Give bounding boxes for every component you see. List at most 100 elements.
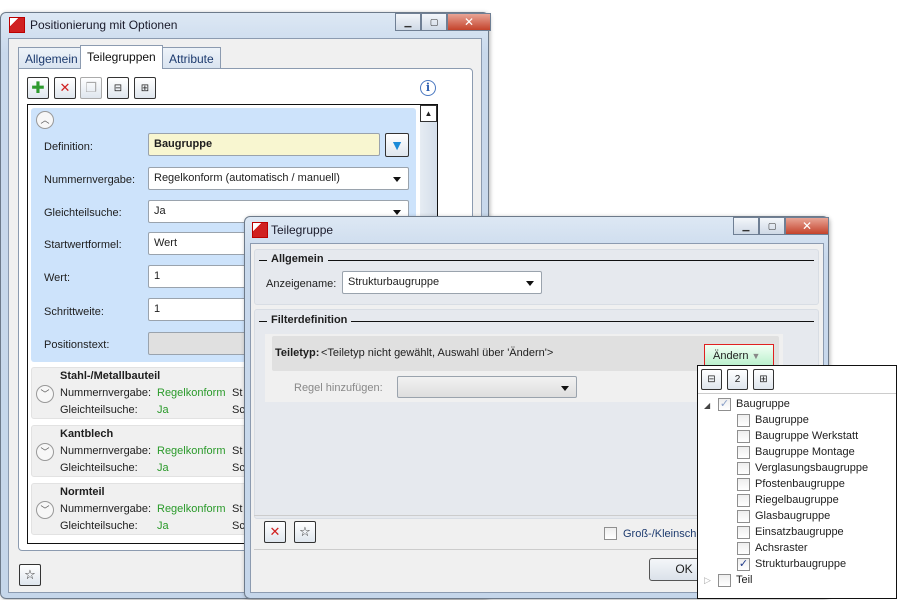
minimize-button[interactable]: ▁ [395, 13, 421, 31]
app-icon [9, 17, 25, 33]
group-key-clipped: St [232, 445, 243, 457]
main-window-title: Positionierung mit Optionen [30, 18, 178, 32]
group-key: Nummernvergabe: [60, 445, 152, 457]
tree-checkbox[interactable] [737, 430, 750, 443]
anzeigename-select[interactable]: Strukturbaugruppe [342, 271, 542, 294]
group-name: Kantblech [60, 428, 114, 440]
group-key: Nummernvergabe: [60, 387, 152, 399]
collapse-icon[interactable]: ︿ [36, 111, 54, 129]
info-icon[interactable]: i [420, 80, 436, 96]
group-key: Gleichteilsuche: [60, 462, 138, 474]
group-value: Regelkonform [157, 503, 226, 515]
tree-checkbox[interactable] [737, 542, 750, 555]
tree-checkbox[interactable] [737, 494, 750, 507]
collapse-all-button[interactable]: ⊟ [107, 77, 129, 99]
tree-checkbox[interactable] [737, 462, 750, 475]
gleichteilsuche-label: Gleichteilsuche: [44, 207, 122, 219]
tree-label: Pfostenbaugruppe [755, 478, 845, 490]
tree-checkbox[interactable] [737, 446, 750, 459]
collapsed-triangle-icon[interactable]: ▷ [704, 574, 711, 587]
tree-label: Baugruppe Montage [755, 446, 855, 458]
expand-icon[interactable]: ﹀ [36, 385, 54, 403]
teiletyp-dropdown: ⊟ 2 ⊞ ◢ ✓ Baugruppe Baugruppe Baugruppe W… [697, 365, 897, 599]
group-key-clipped: Sc [232, 520, 245, 532]
tree-label: Glasbaugruppe [755, 510, 831, 522]
regel-label: Regel hinzufügen: [294, 382, 383, 394]
group-value: Ja [157, 462, 169, 474]
dialog-app-icon [252, 222, 268, 238]
filter-button[interactable]: ▼ [385, 133, 409, 157]
definition-field[interactable]: Baugruppe [148, 133, 380, 156]
group-value: Ja [157, 404, 169, 416]
nummernvergabe-select[interactable]: Regelkonform (automatisch / manuell) [148, 167, 409, 190]
tree-label: Riegelbaugruppe [755, 494, 839, 506]
group-value: Ja [157, 520, 169, 532]
expand-tree-button[interactable]: ⊞ [753, 369, 774, 390]
dialog-favorites-button[interactable]: ☆ [294, 521, 316, 543]
teiletyp-label: Teiletyp: [275, 347, 320, 359]
expand-icon[interactable]: ﹀ [36, 501, 54, 519]
allgemein-group: Allgemein Anzeigename: Strukturbaugruppe [254, 249, 819, 305]
group-key: Nummernvergabe: [60, 503, 152, 515]
tree-checkbox[interactable] [737, 414, 750, 427]
dialog-close-button[interactable]: ✕ [785, 217, 829, 235]
delete-button[interactable]: ✕ [54, 77, 76, 99]
remove-button[interactable]: ✕ [264, 521, 286, 543]
tab-teilegruppen[interactable]: Teilegruppen [80, 45, 163, 69]
expand-icon[interactable]: ﹀ [36, 443, 54, 461]
definition-label: Definition: [44, 141, 93, 153]
filter-heading: Filterdefinition [267, 314, 352, 326]
tree-checkbox-baugruppe[interactable]: ✓ [718, 398, 731, 411]
tree-label: Baugruppe [736, 398, 790, 410]
maximize-button[interactable]: ▢ [421, 13, 447, 31]
tree-checkbox[interactable]: ✓ [737, 558, 750, 571]
collapse-tree-button[interactable]: ⊟ [701, 369, 722, 390]
dialog-maximize-button[interactable]: ▢ [759, 217, 785, 235]
group-key-clipped: St [232, 387, 243, 399]
tree-label: Teil [736, 574, 753, 586]
group-key-clipped: Sc [232, 404, 245, 416]
tab-allgemein[interactable]: Allgemein [18, 47, 85, 69]
favorites-button[interactable]: ☆ [19, 564, 41, 586]
regel-select[interactable] [397, 376, 577, 398]
aendern-button[interactable]: Ändern ▼ [704, 344, 774, 367]
tree-label: Achsraster [755, 542, 808, 554]
tree-label: Baugruppe Werkstatt [755, 430, 859, 442]
schrittweite-label: Schrittweite: [44, 306, 104, 318]
tree-label: Verglasungsbaugruppe [755, 462, 869, 474]
nummernvergabe-label: Nummernvergabe: [44, 174, 136, 186]
dialog-title: Teilegruppe [271, 223, 334, 237]
group-value: Regelkonform [157, 445, 226, 457]
group-value: Regelkonform [157, 387, 226, 399]
dialog-minimize-button[interactable]: ▁ [733, 217, 759, 235]
tree-checkbox[interactable] [737, 510, 750, 523]
expand-all-button[interactable]: ⊞ [134, 77, 156, 99]
tree-checkbox[interactable] [737, 526, 750, 539]
allgemein-heading: Allgemein [267, 253, 328, 265]
case-sensitive-label: Groß-/Kleinschr [623, 528, 701, 540]
group-key: Gleichteilsuche: [60, 520, 138, 532]
aendern-label: Ändern [713, 350, 749, 362]
tree-label: Einsatzbaugruppe [755, 526, 844, 538]
add-button[interactable]: ✚ [27, 77, 49, 99]
case-sensitive-checkbox[interactable] [604, 527, 617, 540]
tab-attribute[interactable]: Attribute [162, 47, 221, 69]
wert-label: Wert: [44, 272, 71, 284]
positionstext-label: Positionstext: [44, 339, 110, 351]
tree-checkbox-teil[interactable] [718, 574, 731, 587]
level-2-button[interactable]: 2 [727, 369, 748, 390]
tree-label: Strukturbaugruppe [755, 558, 847, 570]
group-key-clipped: Sc [232, 462, 245, 474]
group-key: Gleichteilsuche: [60, 404, 138, 416]
tree-checkbox[interactable] [737, 478, 750, 491]
close-button[interactable]: ✕ [447, 13, 491, 31]
group-key-clipped: St [232, 503, 243, 515]
expanded-triangle-icon[interactable]: ◢ [704, 399, 710, 412]
chevron-down-icon: ▼ [751, 351, 761, 361]
copy-button[interactable]: ❐ [80, 77, 102, 99]
startwertformel-label: Startwertformel: [44, 239, 122, 251]
tree-label: Baugruppe [755, 414, 809, 426]
group-name: Stahl-/Metallbauteil [60, 370, 161, 382]
anzeigename-label: Anzeigename: [266, 278, 337, 290]
group-name: Normteil [60, 486, 105, 498]
